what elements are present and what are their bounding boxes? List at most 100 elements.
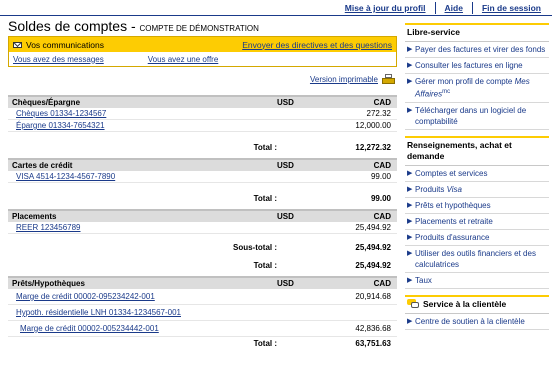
section-title: Placements	[12, 212, 57, 221]
sidebar: Libre-service ▶ Payer des factures et vi…	[405, 23, 549, 336]
self-service-box: Libre-service ▶ Payer des factures et vi…	[405, 23, 549, 130]
cad-column-header: CAD	[373, 161, 391, 170]
arrow-right-icon: ▶	[407, 46, 413, 53]
total-label: Total :	[253, 194, 277, 203]
info-title: Renseignements, achat et demande	[405, 135, 549, 166]
customer-service-box: Service à la clientèle ▶ Centre de souti…	[405, 294, 549, 330]
messages-link[interactable]: Vous avez des messages	[13, 55, 104, 64]
section-title: Prêts/Hypothèques	[12, 279, 85, 288]
usd-column-header: USD	[277, 279, 294, 288]
arrow-right-icon: ▶	[407, 249, 413, 257]
help-link[interactable]: Aide	[434, 2, 472, 14]
customer-service-title: Service à la clientèle	[423, 298, 507, 309]
usd-column-header: USD	[277, 161, 294, 170]
page-title: Soldes de comptes - COMPTE DE DÉMONSTRAT…	[8, 18, 259, 34]
total-value: 63,751.63	[355, 339, 391, 348]
customer-service-header: Service à la clientèle	[405, 294, 549, 314]
account-link[interactable]: REER 123456789	[8, 223, 277, 232]
chat-bubble-icon	[407, 299, 419, 309]
top-divider	[0, 15, 552, 16]
communications-title: Vos communications	[26, 39, 104, 50]
subtotal-label: Sous-total :	[233, 242, 277, 252]
usd-column-header: USD	[277, 212, 294, 221]
account-row: Marge de crédit 00002-095234242-001 20,9…	[8, 289, 397, 305]
account-row: Épargne 01334-7654321 12,000.00	[8, 120, 397, 132]
update-profile-link[interactable]: Mise à jour du profil	[336, 2, 435, 14]
logout-link[interactable]: Fin de session	[471, 2, 550, 14]
sidebar-item-download[interactable]: ▶ Télécharger dans un logiciel de compta…	[405, 103, 549, 130]
investments-section: Placements USD CAD REER 123456789 25,494…	[8, 209, 397, 272]
account-balance: 12,000.00	[355, 121, 391, 130]
communications-box: Vos communications Envoyer des directive…	[8, 36, 397, 67]
usd-column-header: USD	[277, 98, 294, 107]
info-box: Renseignements, achat et demande ▶ Compt…	[405, 135, 549, 289]
communications-header: Vos communications Envoyer des directive…	[9, 37, 396, 52]
arrow-right-icon: ▶	[407, 317, 413, 325]
sidebar-item-tools[interactable]: ▶ Utiliser des outils financiers et des …	[405, 246, 549, 273]
section-header: Prêts/Hypothèques USD CAD	[8, 276, 397, 289]
arrow-right-icon: ▶	[407, 201, 413, 209]
send-directives-link[interactable]: Envoyer des directives et des questions	[242, 40, 392, 50]
arrow-right-icon: ▶	[407, 62, 413, 69]
sidebar-item-pay-bills[interactable]: ▶ Payer des factures et virer des fonds	[405, 42, 549, 58]
account-row: Chèques 01334-1234567 272.32	[8, 108, 397, 120]
section-header: Chèques/Épargne USD CAD	[8, 95, 397, 108]
account-balance: 99.00	[370, 172, 391, 181]
print-row: Version imprimable	[8, 67, 397, 91]
account-link[interactable]: Épargne 01334-7654321	[8, 121, 277, 130]
loans-section: Prêts/Hypothèques USD CAD Marge de crédi…	[8, 276, 397, 350]
total-label: Total :	[253, 143, 277, 152]
section-total: Total : 99.00	[8, 192, 397, 205]
sidebar-item-support-centre[interactable]: ▶ Centre de soutien à la clientèle	[405, 314, 549, 330]
account-row: Marge de crédit 00002-005234442-001 42,8…	[8, 321, 397, 337]
total-label: Total :	[253, 261, 277, 270]
offer-link[interactable]: Vous avez une offre	[148, 55, 219, 64]
main-content: Vos communications Envoyer des directive…	[8, 36, 397, 350]
sidebar-item-view-bills[interactable]: ▶ Consulter les factures en ligne	[405, 58, 549, 74]
cad-column-header: CAD	[373, 279, 391, 288]
section-total: Total : 12,272.32	[8, 141, 397, 154]
arrow-right-icon: ▶	[407, 185, 413, 193]
total-label: Total :	[253, 339, 277, 348]
printable-version-link[interactable]: Version imprimable	[310, 75, 378, 84]
subtotal-value: 25,494.92	[355, 242, 391, 252]
account-balance: 272.32	[366, 109, 391, 118]
sidebar-item-rates[interactable]: ▶ Taux	[405, 273, 549, 289]
sidebar-item-visa[interactable]: ▶ Produits Visa	[405, 182, 549, 198]
envelope-icon	[13, 41, 22, 48]
cad-column-header: CAD	[373, 98, 391, 107]
section-subtotal: Sous-total : 25,494.92	[8, 240, 397, 254]
arrow-right-icon: ▶	[407, 106, 413, 114]
page-title-main: Soldes de comptes -	[8, 18, 140, 34]
account-row: VISA 4514-1234-4567-7890 99.00	[8, 171, 397, 183]
account-link[interactable]: Hypoth. résidentielle LNH 01334-1234567-…	[8, 308, 277, 317]
total-value: 99.00	[370, 194, 391, 203]
total-value: 25,494.92	[355, 261, 391, 270]
sidebar-item-manage-profile[interactable]: ▶ Gérer mon profil de compte Mes Affaire…	[405, 74, 549, 103]
arrow-right-icon: ▶	[407, 78, 413, 85]
account-row: Hypoth. résidentielle LNH 01334-1234567-…	[8, 305, 397, 321]
sidebar-item-investments[interactable]: ▶ Placements et retraite	[405, 214, 549, 230]
arrow-right-icon: ▶	[407, 217, 413, 225]
section-title: Chèques/Épargne	[12, 98, 81, 107]
chequing-section: Chèques/Épargne USD CAD Chèques 01334-12…	[8, 95, 397, 154]
account-link[interactable]: Marge de crédit 00002-095234242-001	[8, 292, 277, 301]
account-balance: 42,836.68	[355, 324, 391, 333]
sidebar-item-accounts[interactable]: ▶ Comptes et services	[405, 166, 549, 182]
section-header: Cartes de crédit USD CAD	[8, 158, 397, 171]
account-link[interactable]: Marge de crédit 00002-005234442-001	[8, 324, 277, 333]
account-link[interactable]: VISA 4514-1234-4567-7890	[8, 172, 277, 181]
sidebar-item-insurance[interactable]: ▶ Produits d'assurance	[405, 230, 549, 246]
sidebar-item-loans[interactable]: ▶ Prêts et hypothèques	[405, 198, 549, 214]
section-total: Total : 25,494.92	[8, 259, 397, 272]
printer-icon[interactable]	[382, 73, 395, 85]
arrow-right-icon: ▶	[407, 276, 413, 284]
section-header: Placements USD CAD	[8, 209, 397, 222]
total-value: 12,272.32	[355, 143, 391, 152]
section-total: Total : 63,751.63	[8, 337, 397, 350]
account-row: REER 123456789 25,494.92	[8, 222, 397, 234]
arrow-right-icon: ▶	[407, 233, 413, 241]
communications-body: Vous avez des messages Vous avez une off…	[9, 52, 396, 66]
account-link[interactable]: Chèques 01334-1234567	[8, 109, 277, 118]
credit-section: Cartes de crédit USD CAD VISA 4514-1234-…	[8, 158, 397, 205]
